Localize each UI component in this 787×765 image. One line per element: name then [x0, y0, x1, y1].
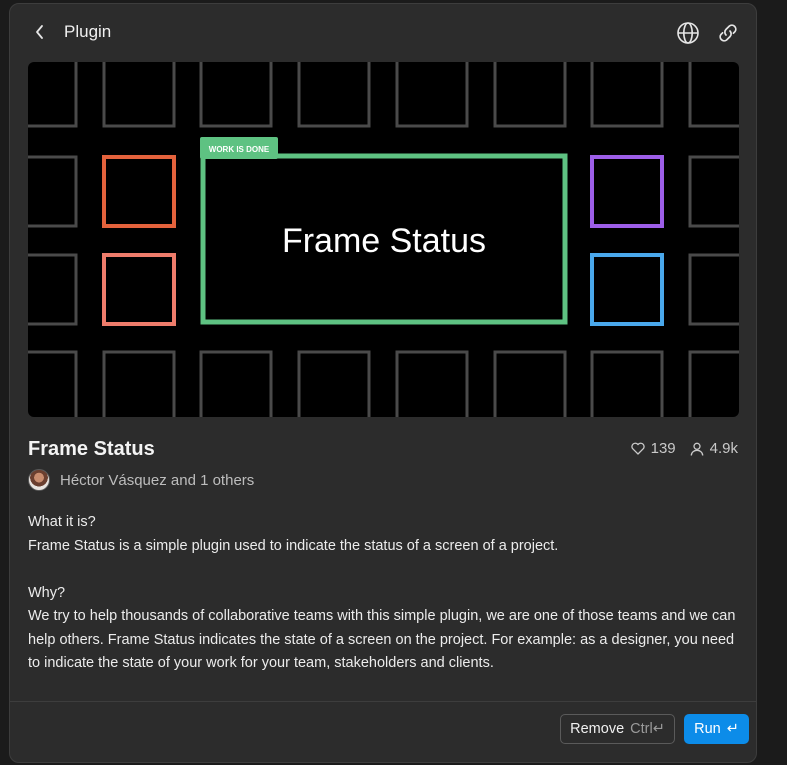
copy-link-button[interactable] [715, 20, 741, 46]
grid-square [395, 62, 469, 128]
grid-square [590, 62, 664, 128]
description-answer-2: We try to help thousands of collaborativ… [28, 608, 736, 671]
grid-square [688, 62, 739, 128]
blue-status-square [590, 253, 664, 326]
grid-square [493, 350, 567, 417]
grid-square [102, 350, 176, 417]
description-answer-1: Frame Status is a simple plugin used to … [28, 537, 559, 554]
purple-status-square [590, 155, 664, 228]
plugin-name: Frame Status [28, 438, 155, 460]
grid-square [395, 350, 469, 417]
panel-footer: Remove Ctrl↵ Run ↵ [10, 701, 756, 765]
grid-square [688, 350, 739, 417]
link-icon [719, 24, 737, 42]
users-stat: 4.9k [690, 440, 738, 457]
plugin-description: What it is? Frame Status is a simple plu… [28, 511, 740, 676]
grid-square [590, 350, 664, 417]
chevron-left-icon [36, 25, 43, 39]
likes-count: 139 [650, 440, 676, 457]
grid-square [28, 62, 78, 128]
run-button[interactable]: Run ↵ [684, 714, 749, 744]
grid-square [28, 350, 78, 417]
globe-icon [677, 22, 699, 44]
grid-square [28, 253, 78, 326]
remove-button[interactable]: Remove Ctrl↵ [560, 714, 675, 744]
avatar [28, 469, 50, 491]
grid-square [297, 62, 371, 128]
user-icon [690, 442, 703, 456]
grid-square [493, 62, 567, 128]
author-row[interactable]: Héctor Vásquez and 1 others [28, 469, 254, 491]
likes-stat[interactable]: 139 [630, 440, 676, 457]
panel-header: Plugin [10, 4, 756, 60]
author-name: Héctor Vásquez and 1 others [60, 471, 255, 489]
description-question-1: What it is? [28, 514, 96, 530]
banner-title: Frame Status [282, 222, 486, 260]
page-title: Plugin [64, 22, 112, 41]
salmon-status-square [102, 253, 176, 326]
grid-square [199, 62, 273, 128]
cover-illustration: WORK IS DONE Frame Status [28, 62, 739, 417]
status-tag-label: WORK IS DONE [209, 145, 270, 154]
orange-status-square [102, 155, 176, 228]
grid-square [28, 155, 78, 228]
description-question-2: Why? [28, 584, 66, 601]
grid-square [688, 155, 739, 228]
back-button[interactable] [28, 20, 52, 44]
remove-shortcut: Ctrl↵ [630, 721, 665, 737]
plugin-panel: Plugin WORK IS DONE Frame Status Frame S… [9, 3, 757, 763]
grid-square [102, 62, 176, 128]
grid-square [297, 350, 371, 417]
grid-square [199, 350, 273, 417]
users-count: 4.9k [709, 440, 738, 457]
website-button[interactable] [675, 20, 701, 46]
plugin-cover-image: WORK IS DONE Frame Status [28, 62, 739, 417]
run-button-label: Run [694, 721, 721, 737]
grid-square [688, 253, 739, 326]
heart-icon [630, 442, 645, 455]
run-shortcut: ↵ [726, 721, 739, 737]
remove-button-label: Remove [570, 721, 625, 737]
plugin-stats: 139 4.9k [630, 440, 738, 457]
